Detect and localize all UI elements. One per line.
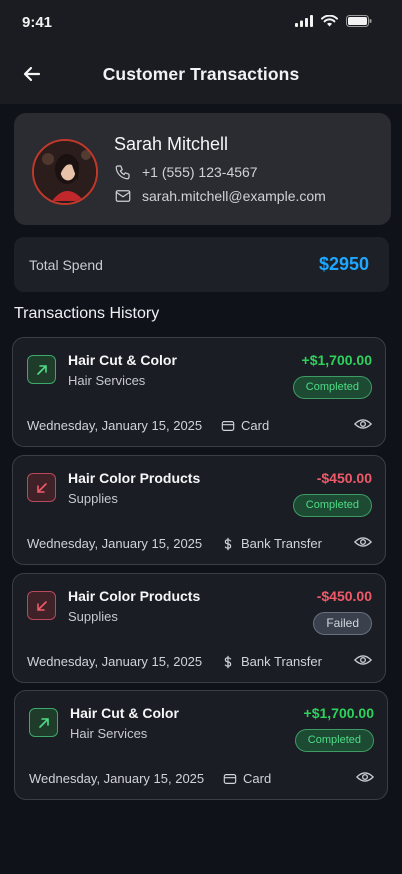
transaction-amount: +$1,700.00 [301,352,372,368]
transaction-amount: +$1,700.00 [303,705,374,721]
page-title: Customer Transactions [102,64,300,84]
transaction-date: Wednesday, January 15, 2025 [27,654,203,669]
card-icon [223,773,237,784]
dollar-icon [224,655,232,668]
dollar-icon [224,537,232,550]
transaction-type-badge [27,355,56,384]
avatar [32,139,98,205]
transaction-title: Hair Cut & Color [70,705,179,721]
transaction-type-badge [27,591,56,620]
transaction-category: Hair Services [68,373,146,388]
eye-icon[interactable] [354,535,372,549]
arrow-down-left-icon [36,482,47,493]
status-badge: Completed [292,494,372,517]
arrow-up-right-icon [36,364,47,375]
arrow-down-left-icon [36,600,47,611]
transaction-date: Wednesday, January 15, 2025 [29,771,205,786]
total-spend-card: Total Spend $2950 [14,237,389,292]
phone-row[interactable]: +1 (555) 123-4567 [114,163,258,181]
customer-profile-card: Sarah Mitchell +1 (555) 123-4567 sarah.m… [14,113,391,225]
status-time: 9:41 [22,14,53,31]
payment-method: Bank Transfer [221,654,322,669]
payment-method: Card [221,418,269,433]
transaction-card[interactable]: Hair Color Products Supplies -$450.00 Fa… [12,573,386,683]
transaction-type-badge [27,473,56,502]
phone-icon [115,165,130,180]
transaction-amount: -$450.00 [316,470,372,486]
total-spend-label: Total Spend [29,257,103,273]
transaction-card[interactable]: Hair Cut & Color Hair Services +$1,700.0… [14,690,388,800]
transaction-category: Hair Services [70,726,148,741]
transaction-date: Wednesday, January 15, 2025 [27,536,203,551]
signal-icon [295,15,313,27]
payment-method: Bank Transfer [221,536,322,551]
transaction-title: Hair Color Products [68,470,201,486]
transaction-date: Wednesday, January 15, 2025 [27,418,203,433]
payment-method-label: Card [243,771,272,786]
card-icon [221,420,235,431]
payment-method-label: Card [241,418,270,433]
top-bar: 9:41 Customer Transactions [0,0,402,104]
payment-method: Card [223,771,271,786]
section-title: Transactions History [14,305,160,322]
status-badge: Completed [292,376,372,399]
eye-icon[interactable] [356,770,374,784]
arrow-up-right-icon [38,717,49,728]
email-row[interactable]: sarah.mitchell@example.com [114,187,326,205]
transaction-amount: -$450.00 [316,588,372,604]
transaction-type-badge [29,708,58,737]
customer-name: Sarah Mitchell [114,134,229,154]
transaction-category: Supplies [68,491,118,506]
transaction-category: Supplies [68,609,118,624]
status-badge: Failed [313,612,372,635]
payment-method-label: Bank Transfer [241,654,322,669]
mail-icon [115,190,131,202]
eye-icon[interactable] [354,653,372,667]
transaction-title: Hair Cut & Color [68,352,177,368]
status-badge: Completed [294,729,374,752]
transaction-title: Hair Color Products [68,588,201,604]
payment-method-label: Bank Transfer [241,536,322,551]
eye-icon[interactable] [354,417,372,431]
status-icons [295,15,372,27]
transaction-card[interactable]: Hair Cut & Color Hair Services +$1,700.0… [12,337,386,447]
customer-email: sarah.mitchell@example.com [142,188,326,204]
wifi-icon [321,15,338,27]
battery-icon [346,15,372,27]
customer-phone: +1 (555) 123-4567 [142,164,258,180]
total-spend-value: $2950 [318,254,369,274]
transaction-card[interactable]: Hair Color Products Supplies -$450.00 Co… [12,455,386,565]
